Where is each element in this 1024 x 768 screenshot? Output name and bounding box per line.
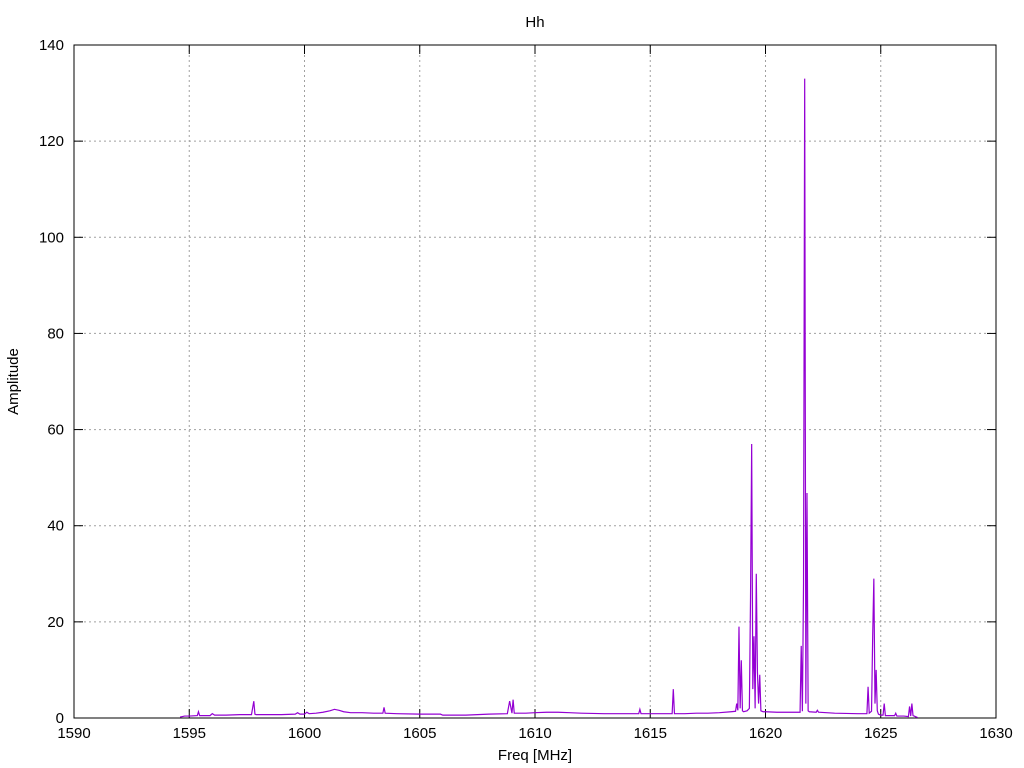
chart-title: Hh [525,14,544,31]
x-tick-label: 1625 [864,725,897,742]
chart: 1590 1595 1600 1605 1610 1615 1620 1625 1630 0 20 4… [0,0,1024,768]
x-tick-label: 1630 [979,725,1012,742]
y-tick-label: 140 [39,37,64,54]
x-tick-label: 1605 [403,725,436,742]
y-tick-label: 60 [47,422,64,439]
x-tick-label: 1610 [518,725,551,742]
y-tick-label: 100 [39,229,64,246]
x-axis-title: Freq [MHz] [498,747,572,764]
y-tick-label: 80 [47,325,64,342]
x-tick-label: 1590 [57,725,90,742]
x-tick-label: 1615 [634,725,667,742]
y-tick-label: 120 [39,133,64,150]
y-tick-label: 40 [47,518,64,535]
x-tick-label: 1620 [749,725,782,742]
chart-background [0,0,1024,768]
y-tick-label: 0 [56,710,64,727]
y-axis-title: Amplitude [5,348,22,415]
y-tick-label: 20 [47,614,64,631]
x-tick-label: 1600 [288,725,321,742]
x-tick-label: 1595 [173,725,206,742]
